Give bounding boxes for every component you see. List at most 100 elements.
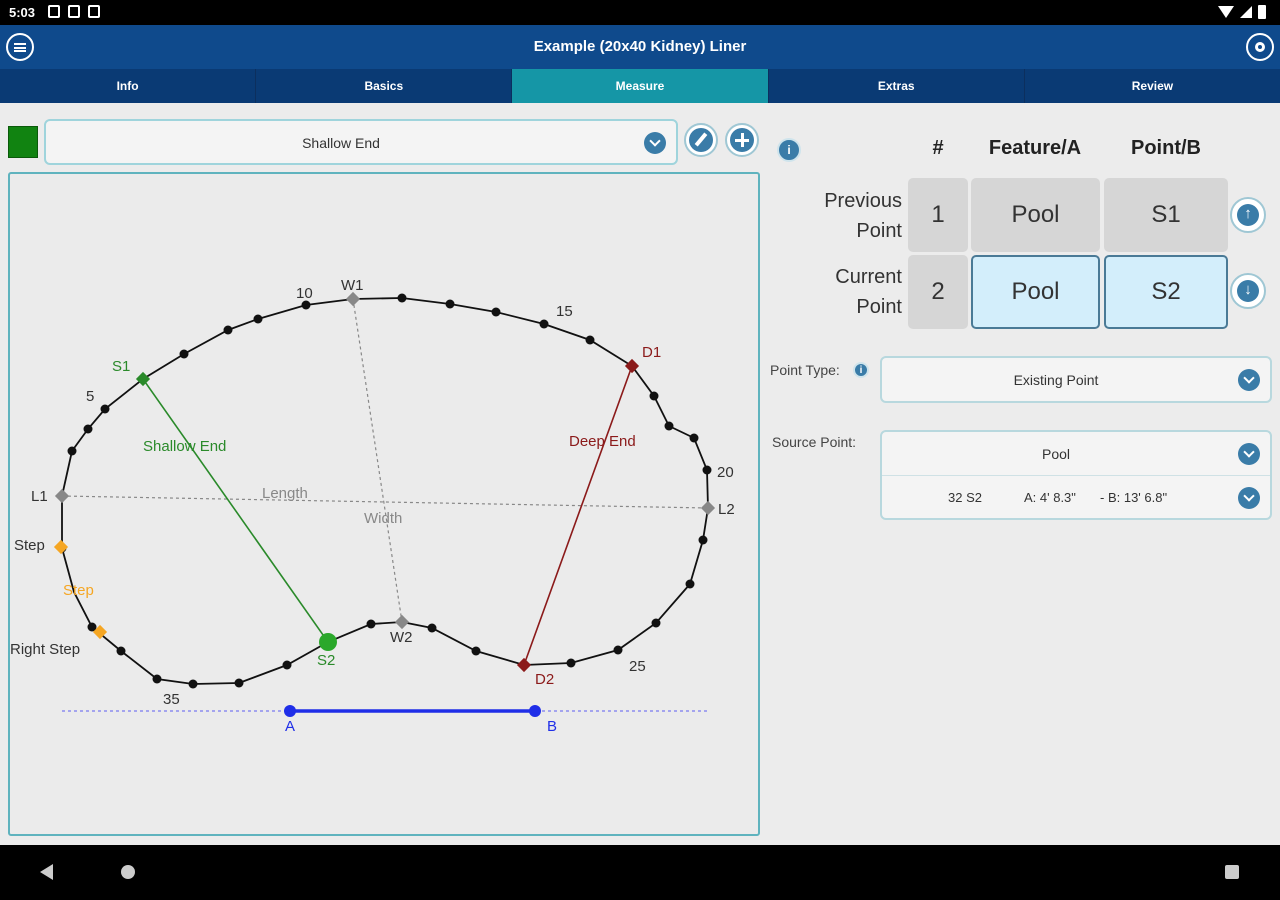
settings-button[interactable] xyxy=(1246,33,1274,61)
outline-point[interactable] xyxy=(698,535,708,545)
arrow-down-icon: ↓ xyxy=(1244,281,1252,298)
point-type-select[interactable]: Existing Point xyxy=(880,356,1272,403)
number-15-label: 15 xyxy=(556,303,573,320)
outline-point[interactable] xyxy=(282,660,292,670)
point-a-label: A xyxy=(285,718,295,735)
right-step-label: Right Step xyxy=(10,641,80,658)
status-time: 5:03 xyxy=(9,5,36,20)
w1-label: W1 xyxy=(341,277,364,294)
outline-point[interactable] xyxy=(689,433,699,443)
outline-point[interactable] xyxy=(83,424,93,434)
signal-icon xyxy=(1240,6,1252,18)
tab-extras[interactable]: Extras xyxy=(769,69,1025,103)
tab-measure[interactable]: Measure xyxy=(512,69,769,103)
previous-point-num: 1 xyxy=(908,178,968,252)
point-b-marker[interactable] xyxy=(529,705,541,717)
d1-label: D1 xyxy=(642,344,661,361)
point-b-label: B xyxy=(547,718,557,735)
outline-point[interactable] xyxy=(100,404,110,414)
col-header-feature: Feature/A xyxy=(988,137,1082,159)
previous-point-feature[interactable]: Pool xyxy=(971,178,1100,252)
source-point-label: Source Point: xyxy=(772,434,857,450)
w2-marker[interactable] xyxy=(394,614,410,630)
current-point-down-button[interactable]: ↓ xyxy=(1230,273,1266,309)
add-feature-button[interactable] xyxy=(725,123,759,157)
outline-point[interactable] xyxy=(67,446,77,456)
width-line xyxy=(352,298,403,623)
outline-point[interactable] xyxy=(397,293,407,303)
pool-diagram[interactable]: S1 S2 D1 D2 W1 W2 L1 L2 Shallow End Deep… xyxy=(10,174,758,834)
outline-point[interactable] xyxy=(116,646,126,656)
step-marker[interactable] xyxy=(53,539,69,555)
chevron-down-icon xyxy=(644,132,666,154)
back-icon[interactable] xyxy=(40,864,53,880)
info-icon[interactable]: i xyxy=(777,138,801,162)
chevron-down-icon xyxy=(1238,369,1260,391)
outline-point[interactable] xyxy=(188,679,198,689)
outline-point[interactable] xyxy=(649,391,659,401)
outline-point[interactable] xyxy=(702,465,712,475)
wifi-icon xyxy=(1218,6,1234,18)
source-point-box: Pool 32 S2 A: 4' 8.3" - B: 13' 6.8" xyxy=(880,430,1272,520)
s2-marker[interactable] xyxy=(319,633,337,651)
source-point-detail-a: A: 4' 8.3" xyxy=(1024,490,1076,505)
w1-marker[interactable] xyxy=(345,291,361,307)
chevron-down-icon xyxy=(1238,487,1260,509)
outline-point[interactable] xyxy=(651,618,661,628)
tab-basics[interactable]: Basics xyxy=(256,69,513,103)
current-point-point[interactable]: S2 xyxy=(1104,255,1228,329)
number-25-label: 25 xyxy=(629,658,646,675)
l2-marker[interactable] xyxy=(700,500,716,516)
outline-point[interactable] xyxy=(234,678,244,688)
feature-select-value: Shallow End xyxy=(302,135,380,151)
outline-point[interactable] xyxy=(253,314,263,324)
outline-point[interactable] xyxy=(152,674,162,684)
outline-point[interactable] xyxy=(685,579,695,589)
s1-label: S1 xyxy=(112,358,130,375)
outline-point[interactable] xyxy=(664,421,674,431)
outline-point[interactable] xyxy=(223,325,233,335)
outline-point[interactable] xyxy=(539,319,549,329)
battery-icon xyxy=(1258,5,1266,19)
arrow-up-icon: ↑ xyxy=(1244,205,1252,222)
l1-marker[interactable] xyxy=(54,488,70,504)
tab-info[interactable]: Info xyxy=(0,69,257,103)
source-point-value: Pool xyxy=(1041,446,1071,462)
outline-point[interactable] xyxy=(471,646,481,656)
file-icon xyxy=(68,5,80,18)
recent-apps-icon[interactable] xyxy=(1225,865,1239,879)
outline-point[interactable] xyxy=(366,619,376,629)
feature-select[interactable]: Shallow End xyxy=(44,119,678,165)
current-point-label: Current Point xyxy=(835,266,902,318)
point-type-label: Point Type: xyxy=(770,362,840,378)
outline-point[interactable] xyxy=(566,658,576,668)
outline-point[interactable] xyxy=(613,645,623,655)
outline-point[interactable] xyxy=(585,335,595,345)
gear-icon xyxy=(1255,42,1265,52)
length-label: Length xyxy=(262,485,308,502)
deep-end-line xyxy=(523,365,633,666)
home-icon[interactable] xyxy=(121,865,135,879)
point-type-info-icon[interactable]: i xyxy=(853,362,869,378)
l2-label: L2 xyxy=(718,501,735,518)
tab-review[interactable]: Review xyxy=(1025,69,1280,103)
pool-diagram-canvas[interactable]: S1 S2 D1 D2 W1 W2 L1 L2 Shallow End Deep… xyxy=(8,172,760,836)
current-point-feature[interactable]: Pool xyxy=(971,255,1100,329)
col-header-point: Point/B xyxy=(1131,137,1201,159)
previous-point-point[interactable]: S1 xyxy=(1104,178,1228,252)
source-point-detail-id: 32 S2 xyxy=(948,490,982,505)
point-a-marker[interactable] xyxy=(284,705,296,717)
source-point-detail-select[interactable]: 32 S2 A: 4' 8.3" - B: 13' 6.8" xyxy=(882,476,1270,520)
outline-point[interactable] xyxy=(445,299,455,309)
d1-marker[interactable] xyxy=(624,358,640,374)
pencil-icon xyxy=(694,132,708,147)
shallow-end-line xyxy=(142,378,329,643)
edit-feature-button[interactable] xyxy=(684,123,718,157)
d2-marker[interactable] xyxy=(516,657,532,673)
source-point-select[interactable]: Pool xyxy=(882,432,1270,476)
outline-point[interactable] xyxy=(491,307,501,317)
feature-color-swatch[interactable] xyxy=(8,126,38,158)
outline-point[interactable] xyxy=(427,623,437,633)
outline-point[interactable] xyxy=(179,349,189,359)
previous-point-up-button[interactable]: ↑ xyxy=(1230,197,1266,233)
